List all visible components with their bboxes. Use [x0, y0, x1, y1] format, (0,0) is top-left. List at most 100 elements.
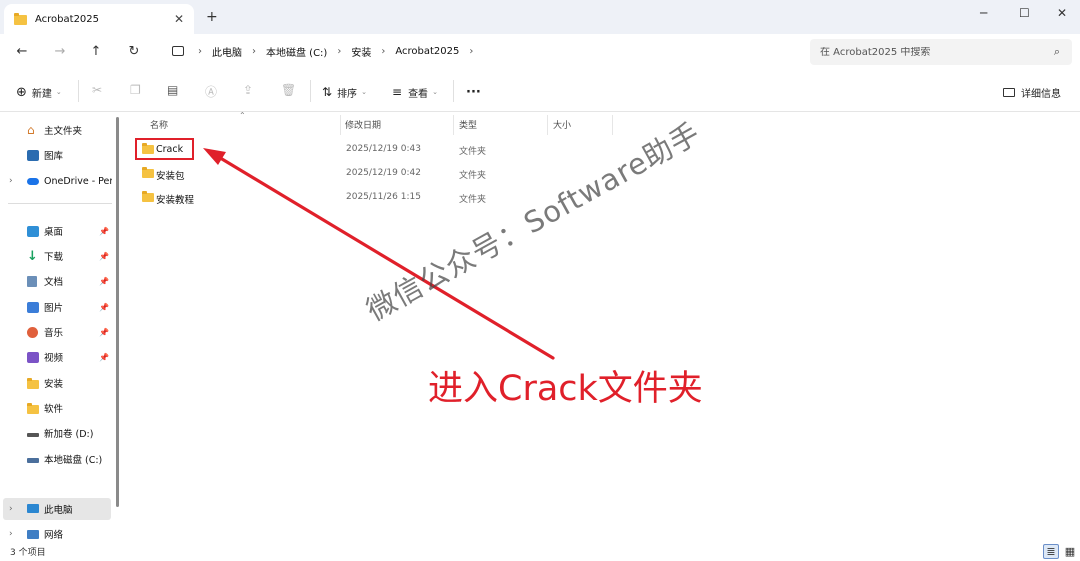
sidebar-item-label: 安装: [44, 379, 64, 390]
sidebar-item-label: 本地磁盘 (C:): [44, 455, 103, 466]
tiles-view-icon: ▦: [1064, 545, 1076, 558]
cloud-icon: [27, 178, 39, 185]
sidebar-item-label: 新加卷 (D:): [44, 429, 94, 440]
file-date: 2025/12/19 0:42: [346, 168, 421, 178]
column-divider[interactable]: [340, 115, 341, 135]
details-view-button[interactable]: ≣: [1043, 544, 1059, 559]
search-input[interactable]: [820, 46, 1040, 58]
video-icon: [27, 351, 39, 363]
tiles-view-button[interactable]: ▦: [1062, 544, 1078, 559]
document-icon: [27, 275, 37, 287]
instruction-text: 进入Crack文件夹: [428, 369, 703, 409]
delete-icon[interactable]: 🗑: [281, 83, 296, 97]
details-label: 详细信息: [1021, 88, 1061, 100]
maximize-button[interactable]: ☐: [1019, 6, 1030, 20]
navigation-bar: ← → ↑ ↻ › 此电脑 › 本地磁盘 (C:) › 安装 › Acrobat…: [0, 34, 1080, 70]
column-header-size[interactable]: 大小: [553, 118, 571, 131]
chevron-right-icon[interactable]: ›: [9, 529, 13, 539]
more-options-button[interactable]: ···: [466, 82, 481, 102]
chevron-right-icon: ›: [198, 45, 202, 57]
search-icon: ⌕: [1053, 45, 1060, 58]
network-icon: [27, 530, 39, 539]
toolbar-divider: [78, 80, 79, 102]
chevron-right-icon[interactable]: ›: [9, 504, 13, 514]
share-icon[interactable]: ⇪: [243, 83, 253, 97]
command-bar: ⊕ 新建 ⌄ ✂ ❐ ▤ Ⓐ ⇪ 🗑 ⇅ 排序 ⌄ ≡ 查看 ⌄ ··· 详细信…: [0, 70, 1080, 112]
refresh-button[interactable]: ↻: [124, 42, 144, 62]
sidebar-item-label: OneDrive - Personal: [44, 175, 112, 187]
breadcrumb-local-disk[interactable]: 本地磁盘 (C:): [266, 44, 327, 59]
sidebar-item-install[interactable]: 安装: [0, 372, 116, 394]
rename-icon[interactable]: Ⓐ: [205, 83, 217, 100]
address-bar[interactable]: › 此电脑 › 本地磁盘 (C:) › 安装 › Acrobat2025 ›: [160, 40, 800, 62]
new-button[interactable]: ⊕ 新建 ⌄: [16, 82, 62, 102]
file-date: 2025/12/19 0:43: [346, 144, 421, 154]
up-button[interactable]: ↑: [86, 42, 106, 62]
file-type: 文件夹: [459, 171, 487, 181]
toolbar-divider: [453, 80, 454, 102]
view-button[interactable]: ≡ 查看 ⌄: [392, 82, 438, 102]
column-header-date[interactable]: 修改日期: [345, 118, 381, 131]
chevron-right-icon[interactable]: ›: [9, 176, 13, 186]
sort-button[interactable]: ⇅ 排序 ⌄: [322, 82, 367, 102]
sidebar-item-pictures[interactable]: 图片 📌: [0, 296, 116, 318]
pin-icon: 📌: [99, 327, 109, 337]
pin-icon: 📌: [99, 251, 109, 261]
sidebar-item-music[interactable]: 音乐 📌: [0, 321, 116, 343]
item-count: 3 个项目: [10, 548, 46, 558]
chevron-right-icon: ›: [469, 45, 474, 57]
sidebar-divider: [8, 203, 112, 204]
new-label: 新建: [31, 88, 52, 100]
tab-acrobat2025[interactable]: Acrobat2025 ✕: [4, 4, 194, 34]
forward-button[interactable]: →: [50, 42, 70, 62]
pc-icon: [27, 504, 39, 513]
column-divider[interactable]: [453, 115, 454, 135]
breadcrumb-install[interactable]: 安装: [351, 44, 371, 59]
sidebar-item-software[interactable]: 软件: [0, 397, 116, 419]
home-icon: ⌂: [27, 122, 35, 137]
desktop-icon: [27, 225, 39, 237]
sidebar-item-label: 图库: [44, 151, 64, 162]
pin-icon: 📌: [99, 226, 109, 236]
sidebar-item-home[interactable]: ⌂ 主文件夹: [0, 119, 116, 141]
pictures-icon: [27, 301, 39, 313]
sort-label: 排序: [337, 88, 358, 100]
new-tab-button[interactable]: +: [206, 9, 218, 25]
view-icon: ≡: [392, 85, 403, 99]
paste-icon[interactable]: ▤: [167, 83, 178, 97]
copy-icon[interactable]: ❐: [130, 83, 141, 97]
search-box[interactable]: ⌕: [810, 39, 1072, 65]
sidebar-item-drive-c[interactable]: 本地磁盘 (C:): [0, 448, 116, 470]
sidebar-item-this-pc[interactable]: › 此电脑: [3, 498, 111, 520]
column-divider[interactable]: [547, 115, 548, 135]
sidebar-item-videos[interactable]: 视频 📌: [0, 346, 116, 368]
chevron-right-icon: ›: [337, 45, 342, 57]
plus-circle-icon: ⊕: [16, 84, 27, 100]
back-button[interactable]: ←: [12, 42, 32, 62]
drive-icon: [27, 433, 39, 437]
list-view-icon: ≣: [1046, 545, 1056, 558]
breadcrumb-acrobat2025[interactable]: Acrobat2025: [395, 46, 459, 57]
table-row[interactable]: 安装教程 2025/11/26 1:15 文件夹: [136, 187, 736, 209]
sidebar-item-downloads[interactable]: ↓ 下载 📌: [0, 245, 116, 267]
pin-icon: 📌: [99, 276, 109, 286]
details-pane-button[interactable]: 详细信息: [1003, 82, 1061, 102]
breadcrumb-this-pc[interactable]: 此电脑: [212, 44, 242, 59]
sidebar-scrollbar[interactable]: [116, 117, 119, 507]
close-window-button[interactable]: ✕: [1057, 6, 1067, 20]
gallery-icon: [27, 149, 39, 161]
column-divider[interactable]: [612, 115, 613, 135]
sidebar-item-onedrive[interactable]: › OneDrive - Personal: [0, 170, 116, 192]
column-header-name[interactable]: 名称: [150, 118, 168, 131]
sidebar-item-network[interactable]: › 网络: [0, 523, 116, 545]
sidebar-item-documents[interactable]: 文档 📌: [0, 270, 116, 292]
sidebar-item-drive-d[interactable]: 新加卷 (D:): [0, 422, 116, 444]
tab-close-icon[interactable]: ✕: [174, 12, 184, 26]
sidebar-item-label: 主文件夹: [44, 126, 83, 137]
sidebar-item-desktop[interactable]: 桌面 📌: [0, 220, 116, 242]
column-header-type[interactable]: 类型: [459, 118, 477, 131]
cut-icon[interactable]: ✂: [92, 83, 102, 97]
file-date: 2025/11/26 1:15: [346, 192, 421, 202]
minimize-button[interactable]: ─: [980, 6, 987, 20]
sidebar-item-gallery[interactable]: 图库: [0, 144, 116, 166]
